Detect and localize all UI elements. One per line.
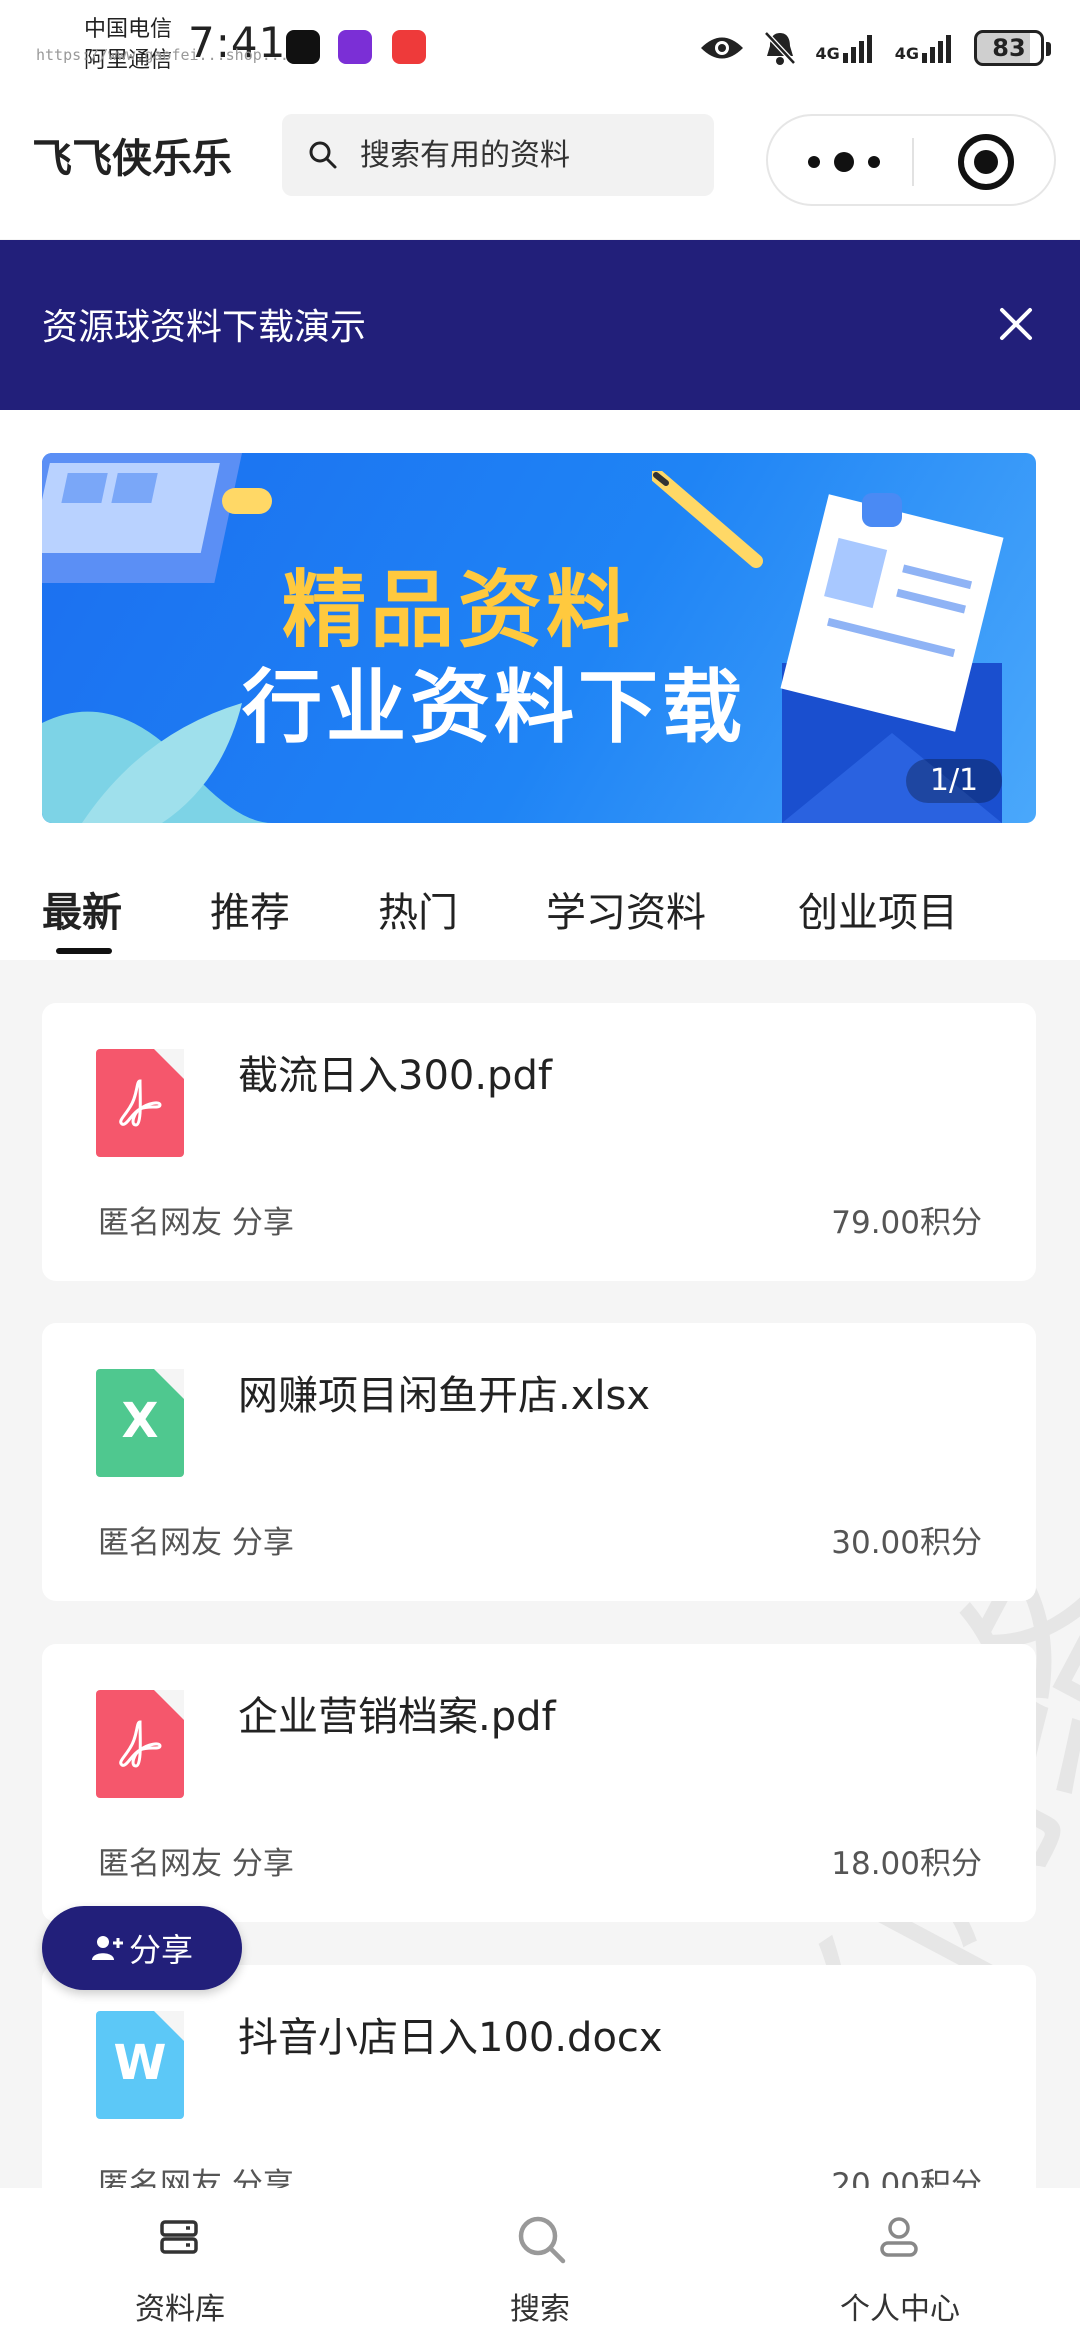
url-overlay: https://www.gaofei...shop...69 <box>36 46 307 64</box>
file-card[interactable]: 企业营销档案.pdf 匿名网友 分享 18.00积分 <box>42 1644 1036 1922</box>
word-file-icon: W <box>96 2011 184 2119</box>
file-name: 抖音小店日入100.docx <box>238 2015 663 2061</box>
signal-bars-2-icon <box>922 35 951 63</box>
more-dot-icon <box>834 152 854 172</box>
eye-icon <box>701 37 744 59</box>
close-icon[interactable] <box>996 304 1036 344</box>
status-right: 4G 4G 83 <box>699 24 1051 72</box>
bottom-nav: 资料库 搜索 个人中心 <box>0 2188 1080 2340</box>
close-mini-program-icon[interactable] <box>958 134 1014 190</box>
more-button[interactable] <box>808 146 880 178</box>
file-name: 网赚项目闲鱼开店.xlsx <box>238 1373 651 1419</box>
file-fold <box>154 1690 184 1720</box>
search-icon <box>518 2216 566 2264</box>
leaf-illustration-icon <box>42 703 272 823</box>
mini-program-capsule <box>766 114 1056 206</box>
add-user-icon <box>91 1936 123 1960</box>
pdf-file-icon <box>96 1690 184 1798</box>
active-tab-indicator <box>56 948 112 954</box>
signal-bars-1-icon <box>842 35 872 63</box>
nav-library-label: 资料库 <box>135 2292 225 2327</box>
share-label: 分享 <box>128 1931 193 1969</box>
carrier-1: 中国电信 <box>84 17 173 42</box>
tiktok-icon <box>286 30 320 64</box>
network-2-label: 4G <box>894 44 919 63</box>
tab-recommended[interactable]: 推荐 <box>210 880 290 938</box>
battery-indicator: 83 <box>974 30 1051 66</box>
library-icon <box>160 2220 198 2254</box>
more-dot-icon <box>808 156 820 168</box>
app-red-icon <box>392 30 426 64</box>
file-fold <box>154 1369 184 1399</box>
file-name: 截流日入300.pdf <box>238 1053 552 1099</box>
file-uploader: 匿名网友 分享 <box>98 1205 294 1241</box>
signal-1: 4G <box>815 33 876 63</box>
status-bar: 中国电信 阿里通信 7:41 https://www.gaofei...shop… <box>0 0 1080 96</box>
laptop-illustration-icon <box>42 453 272 583</box>
file-name: 企业营销档案.pdf <box>238 1694 556 1740</box>
nav-search[interactable]: 搜索 <box>410 2188 670 2340</box>
share-button[interactable]: 分享 <box>42 1906 242 1990</box>
bell-off-icon <box>764 31 797 65</box>
battery-level: 83 <box>992 34 1026 62</box>
notice-text: 资源球资料下载演示 <box>42 307 367 348</box>
nav-profile[interactable]: 个人中心 <box>770 2188 1030 2340</box>
profile-icon <box>880 2217 918 2257</box>
nav-profile-label: 个人中心 <box>840 2292 960 2327</box>
file-card[interactable]: 截流日入300.pdf 匿名网友 分享 79.00积分 <box>42 1003 1036 1281</box>
more-dot-icon <box>868 156 880 168</box>
acrobat-icon <box>119 1079 162 1127</box>
file-card[interactable]: X 网赚项目闲鱼开店.xlsx 匿名网友 分享 30.00积分 <box>42 1323 1036 1601</box>
file-fold <box>154 2011 184 2041</box>
file-points: 18.00积分 <box>831 1846 982 1882</box>
search-icon <box>309 141 337 169</box>
file-glyph: W <box>113 2035 167 2091</box>
file-fold <box>154 1049 184 1079</box>
title-bar: 飞飞侠乐乐 <box>0 96 1080 239</box>
carousel-banner[interactable]: 精品资料 行业资料下载 1/1 <box>42 453 1036 823</box>
file-points: 30.00积分 <box>831 1525 982 1561</box>
app-purple-icon <box>338 30 372 64</box>
tab-latest[interactable]: 最新 <box>42 880 122 938</box>
app-title: 飞飞侠乐乐 <box>32 136 232 182</box>
carousel-counter: 1/1 <box>906 759 1002 803</box>
file-uploader: 匿名网友 分享 <box>98 1846 294 1882</box>
tab-hot[interactable]: 热门 <box>378 880 458 938</box>
notice-banner: 资源球资料下载演示 <box>0 240 1080 410</box>
nav-library[interactable]: 资料库 <box>50 2188 310 2340</box>
tab-study-materials[interactable]: 学习资料 <box>546 880 706 938</box>
file-glyph: X <box>121 1393 159 1449</box>
search-input[interactable] <box>360 137 700 173</box>
banner-title-2: 行业资料下载 <box>242 661 746 754</box>
file-uploader: 匿名网友 分享 <box>98 1525 294 1561</box>
excel-file-icon: X <box>96 1369 184 1477</box>
acrobat-icon <box>119 1720 162 1768</box>
pdf-file-icon <box>96 1049 184 1157</box>
category-tabs: 最新 推荐 热门 学习资料 创业项目 <box>0 860 1080 960</box>
capsule-divider <box>912 138 914 186</box>
search-box[interactable] <box>282 114 714 196</box>
nav-search-label: 搜索 <box>510 2292 570 2327</box>
tab-startup-projects[interactable]: 创业项目 <box>798 880 958 938</box>
signal-2: 4G <box>895 33 956 63</box>
file-points: 79.00积分 <box>831 1205 982 1241</box>
network-1-label: 4G <box>815 44 840 63</box>
